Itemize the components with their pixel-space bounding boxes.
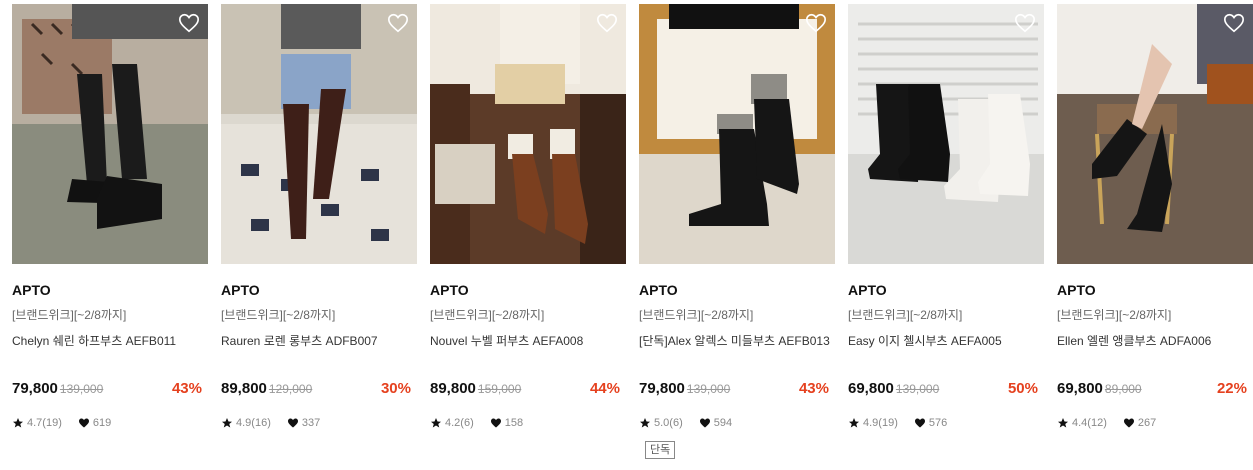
rating: 4.7(19)	[27, 417, 62, 429]
brand-name[interactable]: APTO	[430, 282, 626, 300]
like-count: 619	[92, 417, 112, 429]
discount-rate: 43%	[798, 380, 829, 397]
rating: 4.9(16)	[236, 417, 271, 429]
product-meta: 4.9(19) 576	[848, 415, 947, 431]
product-card[interactable]: APTO [브랜드위크][~2/8까지] Nouvel 누벨 퍼부츠 AEFA0…	[430, 4, 626, 429]
product-card[interactable]: APTO [브랜드위크][~2/8까지] Easy 이지 첼시부츠 AEFA00…	[848, 4, 1044, 429]
sale-price: 69,800	[848, 380, 894, 397]
product-name[interactable]: Chelyn 쉐린 하프부츠 AEFB011	[12, 332, 208, 348]
heart-filled-icon	[1123, 418, 1134, 428]
product-photo	[221, 4, 417, 264]
sale-price: 89,800	[430, 380, 476, 397]
price-row: 79,800 139,000 43%	[639, 380, 829, 400]
original-price: 159,000	[477, 382, 522, 396]
heart-filled-icon	[287, 418, 298, 428]
product-image[interactable]	[1057, 4, 1253, 264]
rating: 4.4(12)	[1072, 417, 1107, 429]
heart-filled-icon	[914, 418, 925, 428]
heart-outline-icon[interactable]	[1014, 12, 1036, 34]
original-price: 129,000	[268, 382, 313, 396]
product-card[interactable]: APTO [브랜드위크][~2/8까지] [단독]Alex 알렉스 미들부츠 A…	[639, 4, 835, 459]
product-name[interactable]: Rauren 로렌 롱부츠 ADFB007	[221, 332, 417, 348]
sale-price: 79,800	[12, 380, 58, 397]
rating: 4.9(19)	[863, 417, 898, 429]
brand-name[interactable]: APTO	[1057, 282, 1253, 300]
product-image[interactable]	[430, 4, 626, 264]
like-count: 158	[504, 417, 524, 429]
product-meta: 4.9(16) 337	[221, 415, 320, 431]
original-price: 139,000	[686, 382, 731, 396]
heart-filled-icon	[78, 418, 89, 428]
product-meta: 4.4(12) 267	[1057, 415, 1156, 431]
price-row: 89,800 129,000 30%	[221, 380, 411, 400]
star-icon	[13, 418, 23, 428]
price-row: 69,800 89,000 22%	[1057, 380, 1247, 400]
sale-price: 89,800	[221, 380, 267, 397]
product-name[interactable]: Easy 이지 첼시부츠 AEFA005	[848, 332, 1044, 348]
product-card[interactable]: APTO [브랜드위크][~2/8까지] Ellen 엘렌 앵클부츠 ADFA0…	[1057, 4, 1253, 429]
product-image[interactable]	[12, 4, 208, 264]
discount-rate: 30%	[380, 380, 411, 397]
exclusive-badge: 단독	[645, 441, 676, 459]
promo-label: [브랜드위크][~2/8까지]	[639, 308, 754, 322]
promo-label: [브랜드위크][~2/8까지]	[12, 308, 127, 322]
rating: 4.2(6)	[445, 417, 474, 429]
heart-outline-icon[interactable]	[1223, 12, 1245, 34]
product-image[interactable]	[221, 4, 417, 264]
product-card[interactable]: APTO [브랜드위크][~2/8까지] Rauren 로렌 롱부츠 ADFB0…	[221, 4, 417, 429]
rating: 5.0(6)	[654, 417, 683, 429]
star-icon	[1058, 418, 1068, 428]
original-price: 139,000	[59, 382, 104, 396]
brand-name[interactable]: APTO	[639, 282, 835, 300]
like-count: 594	[713, 417, 733, 429]
discount-rate: 22%	[1216, 380, 1247, 397]
promo-label: [브랜드위크][~2/8까지]	[848, 308, 963, 322]
sale-price: 79,800	[639, 380, 685, 397]
price-row: 89,800 159,000 44%	[430, 380, 620, 400]
discount-rate: 43%	[171, 380, 202, 397]
heart-outline-icon[interactable]	[387, 12, 409, 34]
original-price: 139,000	[895, 382, 940, 396]
heart-filled-icon	[490, 418, 501, 428]
original-price: 89,000	[1104, 382, 1142, 396]
sale-price: 69,800	[1057, 380, 1103, 397]
promo-label: [브랜드위크][~2/8까지]	[430, 308, 545, 322]
product-image[interactable]	[848, 4, 1044, 264]
heart-outline-icon[interactable]	[178, 12, 200, 34]
like-count: 267	[1137, 417, 1157, 429]
product-meta: 4.7(19) 619	[12, 415, 111, 431]
discount-rate: 50%	[1007, 380, 1038, 397]
like-count: 576	[928, 417, 948, 429]
product-photo	[639, 4, 835, 264]
heart-filled-icon	[699, 418, 710, 428]
product-card[interactable]: APTO [브랜드위크][~2/8까지] Chelyn 쉐린 하프부츠 AEFB…	[12, 4, 208, 429]
product-grid: APTO [브랜드위크][~2/8까지] Chelyn 쉐린 하프부츠 AEFB…	[0, 0, 1253, 470]
like-count: 337	[301, 417, 321, 429]
star-icon	[431, 418, 441, 428]
product-photo	[1057, 4, 1253, 264]
product-meta: 5.0(6) 594	[639, 415, 732, 431]
product-name[interactable]: Nouvel 누벨 퍼부츠 AEFA008	[430, 332, 626, 348]
star-icon	[640, 418, 650, 428]
star-icon	[222, 418, 232, 428]
star-icon	[849, 418, 859, 428]
brand-name[interactable]: APTO	[221, 282, 417, 300]
promo-label: [브랜드위크][~2/8까지]	[221, 308, 336, 322]
product-image[interactable]	[639, 4, 835, 264]
brand-name[interactable]: APTO	[848, 282, 1044, 300]
heart-outline-icon[interactable]	[805, 12, 827, 34]
price-row: 79,800 139,000 43%	[12, 380, 202, 400]
product-name[interactable]: Ellen 엘렌 앵클부츠 ADFA006	[1057, 332, 1253, 348]
brand-name[interactable]: APTO	[12, 282, 208, 300]
price-row: 69,800 139,000 50%	[848, 380, 1038, 400]
product-photo	[430, 4, 626, 264]
heart-outline-icon[interactable]	[596, 12, 618, 34]
product-photo	[848, 4, 1044, 264]
product-photo	[12, 4, 208, 264]
product-name[interactable]: [단독]Alex 알렉스 미들부츠 AEFB013	[639, 332, 835, 348]
discount-rate: 44%	[589, 380, 620, 397]
product-meta: 4.2(6) 158	[430, 415, 523, 431]
promo-label: [브랜드위크][~2/8까지]	[1057, 308, 1172, 322]
